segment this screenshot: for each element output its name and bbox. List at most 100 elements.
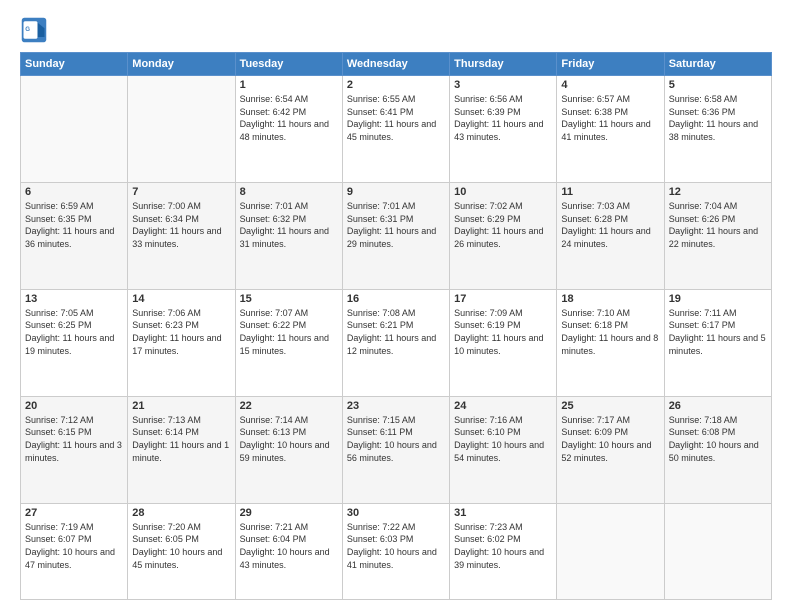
day-info: Sunrise: 7:17 AM Sunset: 6:09 PM Dayligh… — [561, 414, 659, 464]
day-number: 28 — [132, 507, 230, 519]
day-info: Sunrise: 6:57 AM Sunset: 6:38 PM Dayligh… — [561, 93, 659, 143]
day-number: 19 — [669, 293, 767, 305]
calendar-cell: 15 Sunrise: 7:07 AM Sunset: 6:22 PM Dayli… — [235, 289, 342, 396]
day-number: 1 — [240, 79, 338, 91]
day-number: 3 — [454, 79, 552, 91]
day-number: 9 — [347, 186, 445, 198]
day-number: 27 — [25, 507, 123, 519]
calendar-cell: 2 Sunrise: 6:55 AM Sunset: 6:41 PM Daylig… — [342, 76, 449, 183]
calendar-cell: 19 Sunrise: 7:11 AM Sunset: 6:17 PM Dayli… — [664, 289, 771, 396]
calendar-cell: 30Sunrise: 7:22 AM Sunset: 6:03 PM Dayli… — [342, 503, 449, 599]
column-header-wednesday: Wednesday — [342, 53, 449, 76]
column-header-tuesday: Tuesday — [235, 53, 342, 76]
day-number: 26 — [669, 400, 767, 412]
calendar-cell: 11 Sunrise: 7:03 AM Sunset: 6:28 PM Dayli… — [557, 182, 664, 289]
day-number: 11 — [561, 186, 659, 198]
day-info: Sunrise: 7:16 AM Sunset: 6:10 PM Dayligh… — [454, 414, 552, 464]
column-header-friday: Friday — [557, 53, 664, 76]
calendar-cell: 12 Sunrise: 7:04 AM Sunset: 6:26 PM Dayli… — [664, 182, 771, 289]
day-info: Sunrise: 7:12 AM Sunset: 6:15 PM Dayligh… — [25, 414, 123, 464]
calendar-cell: 10 Sunrise: 7:02 AM Sunset: 6:29 PM Dayli… — [450, 182, 557, 289]
calendar-cell: 25Sunrise: 7:17 AM Sunset: 6:09 PM Dayli… — [557, 396, 664, 503]
page: G SundayMondayTuesdayWednesdayThursdayFr… — [0, 0, 792, 612]
day-number: 22 — [240, 400, 338, 412]
calendar-cell: 17 Sunrise: 7:09 AM Sunset: 6:19 PM Dayli… — [450, 289, 557, 396]
calendar-cell: 23 Sunrise: 7:15 AM Sunset: 6:11 PM Dayli… — [342, 396, 449, 503]
calendar-cell: 4Sunrise: 6:57 AM Sunset: 6:38 PM Daylig… — [557, 76, 664, 183]
day-number: 17 — [454, 293, 552, 305]
calendar-cell — [664, 503, 771, 599]
day-info: Sunrise: 7:23 AM Sunset: 6:02 PM Dayligh… — [454, 521, 552, 571]
calendar-cell: 3 Sunrise: 6:56 AM Sunset: 6:39 PM Daylig… — [450, 76, 557, 183]
column-header-saturday: Saturday — [664, 53, 771, 76]
day-number: 21 — [132, 400, 230, 412]
calendar-cell: 22Sunrise: 7:14 AM Sunset: 6:13 PM Dayli… — [235, 396, 342, 503]
day-info: Sunrise: 7:01 AM Sunset: 6:31 PM Dayligh… — [347, 200, 445, 250]
day-info: Sunrise: 7:20 AM Sunset: 6:05 PM Dayligh… — [132, 521, 230, 571]
day-number: 7 — [132, 186, 230, 198]
calendar-week-2: 6Sunrise: 6:59 AM Sunset: 6:35 PM Daylig… — [21, 182, 772, 289]
column-header-thursday: Thursday — [450, 53, 557, 76]
calendar-cell: 26Sunrise: 7:18 AM Sunset: 6:08 PM Dayli… — [664, 396, 771, 503]
day-number: 24 — [454, 400, 552, 412]
calendar-cell: 27 Sunrise: 7:19 AM Sunset: 6:07 PM Dayli… — [21, 503, 128, 599]
day-info: Sunrise: 7:22 AM Sunset: 6:03 PM Dayligh… — [347, 521, 445, 571]
day-number: 18 — [561, 293, 659, 305]
day-number: 5 — [669, 79, 767, 91]
day-number: 23 — [347, 400, 445, 412]
calendar-cell: 20 Sunrise: 7:12 AM Sunset: 6:15 PM Dayli… — [21, 396, 128, 503]
calendar-cell: 9 Sunrise: 7:01 AM Sunset: 6:31 PM Daylig… — [342, 182, 449, 289]
day-info: Sunrise: 7:13 AM Sunset: 6:14 PM Dayligh… — [132, 414, 230, 464]
calendar-cell: 6Sunrise: 6:59 AM Sunset: 6:35 PM Daylig… — [21, 182, 128, 289]
day-info: Sunrise: 7:01 AM Sunset: 6:32 PM Dayligh… — [240, 200, 338, 250]
day-info: Sunrise: 6:58 AM Sunset: 6:36 PM Dayligh… — [669, 93, 767, 143]
calendar-cell: 29 Sunrise: 7:21 AM Sunset: 6:04 PM Dayli… — [235, 503, 342, 599]
day-number: 29 — [240, 507, 338, 519]
day-info: Sunrise: 6:54 AM Sunset: 6:42 PM Dayligh… — [240, 93, 338, 143]
calendar-week-3: 13Sunrise: 7:05 AM Sunset: 6:25 PM Dayli… — [21, 289, 772, 396]
calendar-cell — [21, 76, 128, 183]
day-number: 8 — [240, 186, 338, 198]
calendar-cell: 31 Sunrise: 7:23 AM Sunset: 6:02 PM Dayli… — [450, 503, 557, 599]
calendar-cell — [557, 503, 664, 599]
day-info: Sunrise: 7:07 AM Sunset: 6:22 PM Dayligh… — [240, 307, 338, 357]
day-number: 2 — [347, 79, 445, 91]
day-number: 6 — [25, 186, 123, 198]
day-number: 13 — [25, 293, 123, 305]
day-info: Sunrise: 7:21 AM Sunset: 6:04 PM Dayligh… — [240, 521, 338, 571]
day-number: 14 — [132, 293, 230, 305]
day-number: 10 — [454, 186, 552, 198]
calendar-cell: 24 Sunrise: 7:16 AM Sunset: 6:10 PM Dayli… — [450, 396, 557, 503]
calendar-cell: 1 Sunrise: 6:54 AM Sunset: 6:42 PM Daylig… — [235, 76, 342, 183]
day-number: 16 — [347, 293, 445, 305]
column-header-monday: Monday — [128, 53, 235, 76]
day-info: Sunrise: 6:56 AM Sunset: 6:39 PM Dayligh… — [454, 93, 552, 143]
day-info: Sunrise: 7:02 AM Sunset: 6:29 PM Dayligh… — [454, 200, 552, 250]
calendar-table: SundayMondayTuesdayWednesdayThursdayFrid… — [20, 52, 772, 600]
day-number: 12 — [669, 186, 767, 198]
day-number: 31 — [454, 507, 552, 519]
logo: G — [20, 16, 52, 44]
day-info: Sunrise: 7:09 AM Sunset: 6:19 PM Dayligh… — [454, 307, 552, 357]
calendar-cell: 16Sunrise: 7:08 AM Sunset: 6:21 PM Dayli… — [342, 289, 449, 396]
day-info: Sunrise: 7:03 AM Sunset: 6:28 PM Dayligh… — [561, 200, 659, 250]
calendar-cell: 14Sunrise: 7:06 AM Sunset: 6:23 PM Dayli… — [128, 289, 235, 396]
calendar-cell: 8 Sunrise: 7:01 AM Sunset: 6:32 PM Daylig… — [235, 182, 342, 289]
day-number: 15 — [240, 293, 338, 305]
day-info: Sunrise: 7:00 AM Sunset: 6:34 PM Dayligh… — [132, 200, 230, 250]
day-info: Sunrise: 7:15 AM Sunset: 6:11 PM Dayligh… — [347, 414, 445, 464]
calendar-cell — [128, 76, 235, 183]
calendar-cell: 5 Sunrise: 6:58 AM Sunset: 6:36 PM Daylig… — [664, 76, 771, 183]
calendar-header-row: SundayMondayTuesdayWednesdayThursdayFrid… — [21, 53, 772, 76]
calendar-cell: 13Sunrise: 7:05 AM Sunset: 6:25 PM Dayli… — [21, 289, 128, 396]
calendar-week-1: 1 Sunrise: 6:54 AM Sunset: 6:42 PM Daylig… — [21, 76, 772, 183]
calendar-cell: 21 Sunrise: 7:13 AM Sunset: 6:14 PM Dayli… — [128, 396, 235, 503]
day-info: Sunrise: 6:55 AM Sunset: 6:41 PM Dayligh… — [347, 93, 445, 143]
day-info: Sunrise: 7:10 AM Sunset: 6:18 PM Dayligh… — [561, 307, 659, 357]
day-info: Sunrise: 7:04 AM Sunset: 6:26 PM Dayligh… — [669, 200, 767, 250]
day-info: Sunrise: 7:19 AM Sunset: 6:07 PM Dayligh… — [25, 521, 123, 571]
day-info: Sunrise: 7:11 AM Sunset: 6:17 PM Dayligh… — [669, 307, 767, 357]
day-number: 20 — [25, 400, 123, 412]
calendar-cell: 7 Sunrise: 7:00 AM Sunset: 6:34 PM Daylig… — [128, 182, 235, 289]
svg-text:G: G — [25, 26, 30, 33]
